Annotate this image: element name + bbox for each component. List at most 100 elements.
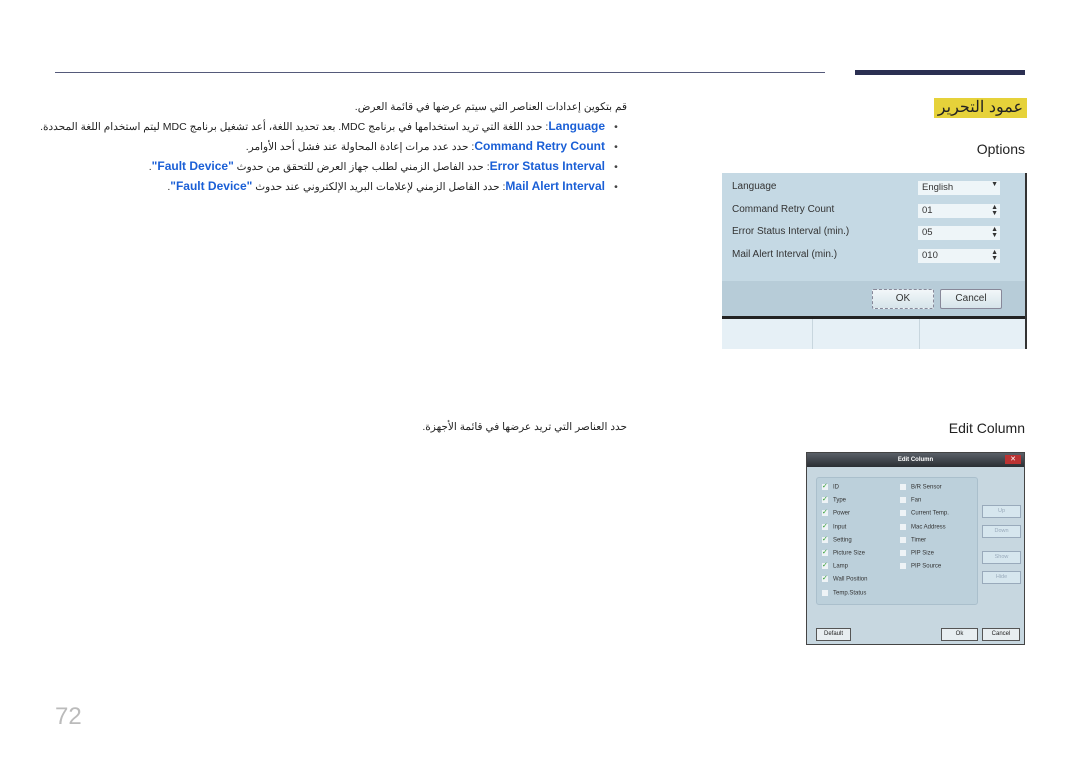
checkbox-label: B/R Sensor (911, 484, 942, 491)
dialog-title: Edit Column (807, 453, 1024, 467)
checkbox-label: Temp.Status (833, 590, 867, 597)
edit-column-title: Edit Column (948, 420, 1025, 436)
checkbox-label: Mac Address (911, 524, 946, 531)
item-text: : حدد اللغة التي تريد استخدامها في برنام… (40, 121, 549, 133)
options-title: Options (976, 141, 1025, 157)
checkbox-label: Timer (911, 537, 927, 544)
field-label: Command Retry Count (732, 203, 835, 215)
checkbox-empty-icon[interactable] (900, 563, 906, 570)
column-checkbox[interactable]: Fan (900, 497, 921, 504)
spinner-arrows-icon[interactable]: ▲ ▼ (991, 204, 998, 217)
item-term: Language (548, 119, 605, 133)
ok-button[interactable]: Ok (941, 628, 978, 641)
bullet-icon: • (614, 181, 618, 193)
side-button-hide[interactable]: Hide (982, 571, 1021, 584)
field-value: 010 (922, 249, 938, 261)
bullet-icon: • (614, 141, 618, 153)
checkmark-icon[interactable]: ✓ (822, 536, 828, 543)
page-heading: عمود التحرير (933, 98, 1027, 118)
checkbox-label: Lamp (833, 563, 849, 570)
checkbox-empty-icon[interactable] (822, 589, 828, 596)
close-icon[interactable]: ✕ (1005, 455, 1021, 464)
column-checkbox[interactable]: Current Temp. (900, 510, 949, 517)
item-quote: "Fault Device" (151, 159, 234, 173)
checkbox-label: PIP Size (911, 550, 934, 557)
checkmark-icon[interactable]: ✓ (822, 509, 828, 517)
column-checkbox[interactable]: ✓ Input (822, 523, 847, 531)
checkbox-label: Type (833, 497, 847, 504)
dialog-footer: OK Cancel (722, 281, 1025, 319)
checkbox-label: ID (833, 484, 839, 491)
spinner-arrows-icon[interactable]: ▲ ▼ (991, 226, 998, 239)
options-intro: قم بتكوين إعدادات العناصر التي سيتم عرضه… (354, 101, 627, 113)
item-text: : حدد الفاصل الزمني لطلب جهاز العرض للتح… (233, 161, 490, 173)
item-term: Error Status Interval (489, 159, 605, 173)
checkmark-icon[interactable]: ✓ (822, 549, 828, 556)
cancel-button[interactable]: Cancel (982, 628, 1020, 641)
checkmark-icon[interactable]: ✓ (822, 523, 828, 530)
item-term: Command Retry Count (474, 139, 605, 153)
header-bar (855, 70, 1025, 75)
item-text: : حدد الفاصل الزمني لإعلامات البريد الإل… (252, 181, 506, 193)
checkmark-icon[interactable]: ✓ (822, 575, 828, 583)
field-value: 01 (922, 204, 933, 216)
checkbox-label: Setting (833, 537, 852, 544)
column-checkbox[interactable]: ✓ Wall Position (822, 575, 868, 583)
chevron-down-icon[interactable]: ▼ (991, 181, 998, 188)
item-quote: "Fault Device" (170, 179, 253, 193)
language-dropdown[interactable]: English ▼ (918, 181, 1000, 195)
list-item: • Language: حدد اللغة التي تريد استخدامها… (40, 119, 627, 133)
checkmark-icon[interactable]: ✓ (822, 483, 828, 490)
column-checkbox[interactable]: ✓ Type (822, 496, 847, 504)
checkbox-label: Input (833, 524, 847, 531)
checkbox-empty-icon[interactable] (900, 550, 906, 556)
checkbox-empty-icon[interactable] (900, 510, 906, 517)
checkbox-label: Current Temp. (911, 510, 949, 517)
edit-column-dialog: Edit Column ✕ ✓ ID ✓ Type ✓ Power ✓ Input ✓ Setti… (806, 452, 1025, 645)
header-rule (55, 72, 825, 73)
bullet-icon: • (614, 121, 618, 133)
list-item: • Error Status Interval: حدد الفاصل الزمن… (149, 159, 627, 173)
cancel-button[interactable]: Cancel (940, 289, 1002, 309)
checkbox-label: Wall Position (833, 576, 868, 583)
default-button[interactable]: Default (816, 628, 851, 641)
column-checkbox[interactable]: ✓ ID (822, 483, 839, 491)
field-spinner[interactable]: 01 ▲ ▼ (918, 203, 1000, 218)
side-button-down[interactable]: Down (982, 525, 1021, 538)
column-checkbox[interactable]: ✓ Setting (822, 536, 852, 544)
field-label: Language (732, 181, 777, 192)
list-item: • Mail Alert Interval: حدد الفاصل الزمني … (167, 179, 627, 193)
checkbox-label: Picture Size (833, 550, 866, 557)
field-value: English (922, 182, 954, 193)
bullet-icon: • (614, 161, 618, 173)
checkbox-label: PIP Source (911, 563, 942, 570)
field-label: Mail Alert Interval (min.) (732, 248, 838, 260)
checkbox-empty-icon[interactable] (900, 484, 906, 490)
checkbox-empty-icon[interactable] (900, 497, 906, 504)
side-button-up[interactable]: Up (982, 505, 1021, 518)
column-checkbox[interactable]: Mac Address (900, 523, 946, 531)
field-spinner[interactable]: 05 ▲ ▼ (918, 226, 1000, 240)
checkbox-label: Fan (911, 497, 922, 504)
column-checkbox[interactable]: Temp.Status (822, 589, 867, 597)
column-checkbox[interactable]: ✓ Power (822, 509, 850, 517)
edit-column-intro: حدد العناصر التي تريد عرضها في قائمة الأ… (422, 421, 627, 433)
page-number: 72 (55, 703, 82, 730)
column-checkbox[interactable]: Timer (900, 536, 927, 544)
field-value: 05 (922, 227, 933, 238)
column-checkbox[interactable]: PIP Size (900, 550, 934, 557)
column-checkbox[interactable]: PIP Source (900, 563, 941, 570)
spinner-arrows-icon[interactable]: ▲ ▼ (991, 249, 998, 262)
item-text: : حدد عدد مرات إعادة المحاولة عند فشل أح… (245, 141, 475, 153)
item-term: Mail Alert Interval (505, 179, 605, 193)
checkmark-icon[interactable]: ✓ (822, 562, 828, 570)
column-checkbox[interactable]: ✓ Lamp (822, 562, 849, 570)
checkbox-empty-icon[interactable] (900, 536, 906, 543)
checkbox-empty-icon[interactable] (900, 523, 906, 530)
column-checkbox[interactable]: ✓ Picture Size (822, 549, 866, 557)
column-checkbox[interactable]: B/R Sensor (900, 484, 942, 491)
checkmark-icon[interactable]: ✓ (822, 496, 828, 504)
side-button-show[interactable]: Show (982, 551, 1021, 564)
ok-button[interactable]: OK (872, 289, 934, 309)
field-spinner[interactable]: 010 ▲ ▼ (918, 248, 1000, 263)
